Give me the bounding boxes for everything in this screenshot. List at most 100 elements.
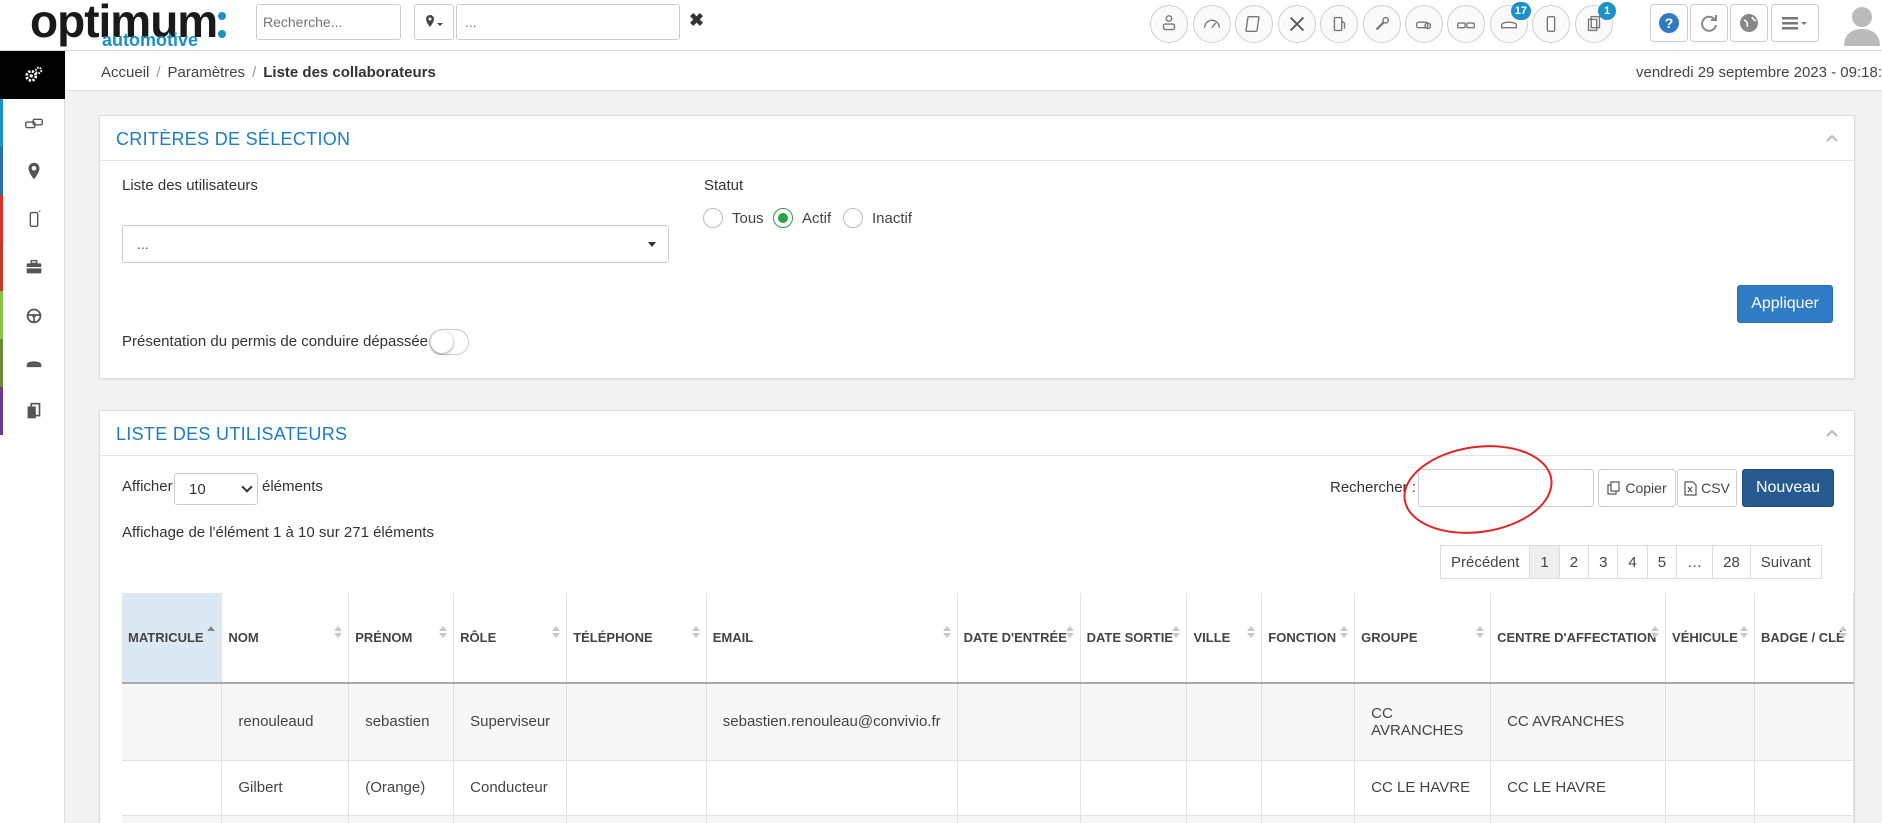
column-header-centre[interactable]: CENTRE D'AFFECTATION xyxy=(1490,593,1667,684)
new-user-button[interactable]: Nouveau xyxy=(1742,469,1834,507)
location-dropdown-button[interactable] xyxy=(414,4,454,40)
status-radio-active[interactable]: Actif xyxy=(773,208,831,228)
table-cell xyxy=(453,815,568,823)
steering-wheel-icon xyxy=(26,308,42,324)
sidebar xyxy=(0,51,65,823)
radio-circle[interactable] xyxy=(843,208,863,228)
column-header-label: VILLE xyxy=(1193,630,1231,645)
cell-centre: CC LE HAVRE xyxy=(1490,760,1667,816)
license-overdue-label: Présentation du permis de conduire dépas… xyxy=(122,333,429,350)
table-row[interactable] xyxy=(122,815,1855,823)
column-header-role[interactable]: RÔLE xyxy=(453,593,568,684)
hamburger-icon xyxy=(1782,17,1807,30)
cell-date-entree xyxy=(957,683,1081,761)
status-radio-all[interactable]: Tous xyxy=(703,208,764,228)
nav-logbook[interactable] xyxy=(1235,5,1273,43)
users-list-select[interactable]: ... xyxy=(122,225,669,263)
table-row[interactable]: renouleaud sebastien Superviseur sebasti… xyxy=(122,683,1855,761)
column-header-nom[interactable]: NOM xyxy=(221,593,350,684)
nav-accidents[interactable] xyxy=(1447,5,1485,43)
panel-header[interactable]: CRITÈRES DE SÉLECTION xyxy=(100,116,1854,161)
pagination-page[interactable]: 2 xyxy=(1560,546,1590,578)
sidebar-item-geolocation[interactable] xyxy=(0,147,65,195)
pagination-previous[interactable]: Précédent xyxy=(1441,546,1531,578)
nav-fuel[interactable] xyxy=(1320,5,1358,43)
pagination-page[interactable]: 3 xyxy=(1589,546,1619,578)
license-overdue-toggle[interactable] xyxy=(429,329,469,355)
table-cell xyxy=(122,815,223,823)
column-header-date-sortie[interactable]: DATE SORTIE xyxy=(1080,593,1188,684)
breadcrumb-settings[interactable]: Paramètres xyxy=(168,64,246,81)
notifications-count-badge: 17 xyxy=(1510,2,1531,20)
nav-dashboard[interactable] xyxy=(1193,5,1231,43)
csv-export-button[interactable]: CSV xyxy=(1677,469,1737,507)
sidebar-item-driving[interactable] xyxy=(0,291,65,339)
sidebar-item-mobile[interactable] xyxy=(0,195,65,243)
user-avatar[interactable] xyxy=(1842,0,1882,50)
location-input[interactable] xyxy=(456,4,680,40)
sidebar-item-business[interactable] xyxy=(0,243,65,291)
column-header-ville[interactable]: VILLE xyxy=(1186,593,1263,684)
selection-criteria-panel: CRITÈRES DE SÉLECTION Liste des utilisat… xyxy=(99,115,1855,379)
sort-icon xyxy=(942,626,951,640)
pagination-page[interactable]: 4 xyxy=(1618,546,1648,578)
main-menu-button[interactable] xyxy=(1771,4,1819,42)
svg-text:?: ? xyxy=(1665,15,1674,31)
help-button[interactable]: ? xyxy=(1650,4,1688,42)
language-button[interactable] xyxy=(1730,4,1768,42)
caret-down-icon xyxy=(648,242,656,247)
table-header-row: MATRICULE NOM PRÉNOM RÔLE TÉLÉPHONE EMAI… xyxy=(122,593,1855,684)
breadcrumb-current: Liste des collaborateurs xyxy=(263,64,436,81)
panel-header[interactable]: LISTE DES UTILISATEURS xyxy=(100,411,1854,456)
column-header-email[interactable]: EMAIL xyxy=(706,593,958,684)
pagination-page[interactable]: 1 xyxy=(1530,546,1560,578)
pagination-page[interactable]: 28 xyxy=(1713,546,1751,578)
chevron-up-icon[interactable] xyxy=(1824,425,1840,441)
logo-dot xyxy=(218,30,226,38)
nav-mobile[interactable] xyxy=(1532,5,1570,43)
status-radio-inactive[interactable]: Inactif xyxy=(843,208,912,228)
copy-button[interactable]: Copier xyxy=(1598,469,1676,507)
user-icon xyxy=(1844,7,1880,46)
pagination-ellipsis: … xyxy=(1677,546,1714,578)
pagination-next[interactable]: Suivant xyxy=(1751,546,1821,578)
pagination-page[interactable]: 5 xyxy=(1648,546,1678,578)
sort-icon xyxy=(1476,626,1485,640)
sort-icon xyxy=(1065,626,1074,640)
globe-icon xyxy=(1740,14,1758,32)
clear-search-icon[interactable]: ✖ xyxy=(689,10,704,31)
column-header-matricule[interactable]: MATRICULE xyxy=(122,593,223,684)
radio-circle[interactable] xyxy=(703,208,723,228)
sidebar-item-drivers[interactable] xyxy=(0,339,65,387)
page-length-select[interactable]: 10 xyxy=(174,473,258,505)
apply-button[interactable]: Appliquer xyxy=(1737,285,1833,323)
nav-notifications[interactable]: 17 xyxy=(1490,2,1531,43)
nav-documents[interactable]: 1 xyxy=(1575,2,1616,43)
brand-logo[interactable]: optimum automotive xyxy=(30,0,226,50)
global-search-input[interactable] xyxy=(256,4,401,40)
nav-maintenance[interactable] xyxy=(1363,5,1401,43)
radio-label: Tous xyxy=(732,209,764,227)
sidebar-item-vehicles[interactable] xyxy=(0,99,65,147)
table-row[interactable]: Gilbert (Orange) Conducteur CC LE HAVRE … xyxy=(122,760,1855,816)
breadcrumb-home[interactable]: Accueil xyxy=(101,64,149,81)
cell-nom: Gilbert xyxy=(221,760,350,816)
column-header-date-entree[interactable]: DATE D'ENTRÉE xyxy=(957,593,1081,684)
column-header-vehicule[interactable]: VÉHICULE xyxy=(1665,593,1755,684)
column-header-badge[interactable]: BADGE / CLÉ xyxy=(1754,593,1855,684)
chevron-up-icon[interactable] xyxy=(1824,130,1840,146)
column-header-fonction[interactable]: FONCTION xyxy=(1261,593,1356,684)
radio-circle[interactable] xyxy=(773,208,793,228)
nav-driver[interactable] xyxy=(1150,5,1188,43)
sidebar-item-documents[interactable] xyxy=(0,387,65,435)
column-header-prenom[interactable]: PRÉNOM xyxy=(348,593,455,684)
sidebar-item-settings[interactable] xyxy=(0,51,65,99)
nav-tools[interactable] xyxy=(1278,5,1316,43)
cars-icon xyxy=(25,118,43,129)
column-header-groupe[interactable]: GROUPE xyxy=(1354,593,1492,684)
users-list-value: ... xyxy=(137,236,149,252)
cell-telephone xyxy=(566,683,707,761)
refresh-button[interactable] xyxy=(1690,4,1728,42)
nav-inspection[interactable] xyxy=(1405,5,1443,43)
column-header-telephone[interactable]: TÉLÉPHONE xyxy=(566,593,707,684)
